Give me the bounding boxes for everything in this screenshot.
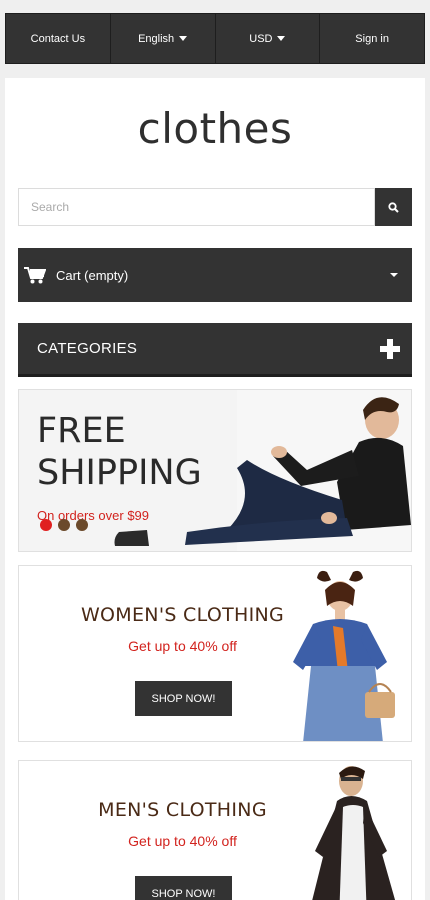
caret-down-icon bbox=[390, 273, 398, 277]
title-line-2: SHIPPING bbox=[37, 453, 202, 493]
cart-icon bbox=[24, 267, 46, 284]
site-logo[interactable]: clothes bbox=[5, 104, 425, 153]
cart-dropdown[interactable]: Cart (empty) bbox=[18, 248, 412, 302]
slider-dot-2[interactable] bbox=[58, 519, 70, 531]
currency-selector[interactable]: USD bbox=[216, 14, 321, 63]
contact-us-label: Contact Us bbox=[30, 32, 86, 45]
search-bar bbox=[18, 188, 412, 226]
plus-icon bbox=[380, 339, 400, 359]
slider-dot-3[interactable] bbox=[76, 519, 88, 531]
cart-label: Cart (empty) bbox=[56, 267, 129, 283]
language-selector[interactable]: English bbox=[111, 14, 216, 63]
caret-down-icon bbox=[179, 36, 188, 41]
sign-in-label: Sign in bbox=[355, 32, 389, 45]
title-line-1: FREE bbox=[37, 411, 126, 451]
free-shipping-banner[interactable]: FREE SHIPPING On orders over $99 bbox=[18, 389, 412, 552]
contact-us-link[interactable]: Contact Us bbox=[6, 14, 111, 63]
categories-label: CATEGORIES bbox=[37, 340, 138, 357]
promo-title: WOMEN'S CLOTHING bbox=[80, 604, 285, 626]
shop-now-button[interactable]: SHOP NOW! bbox=[135, 876, 232, 900]
main-panel: clothes Cart (empty) CATEGORIES FREE bbox=[5, 78, 425, 900]
promo-subtitle: Get up to 40% off bbox=[128, 833, 237, 849]
promo-subtitle: Get up to 40% off bbox=[128, 638, 237, 654]
slider-dot-1[interactable] bbox=[40, 519, 52, 531]
categories-toggle[interactable]: CATEGORIES bbox=[18, 323, 412, 377]
search-icon bbox=[388, 201, 399, 213]
mens-clothing-promo[interactable]: MEN'S CLOTHING Get up to 40% off SHOP NO… bbox=[18, 760, 412, 900]
man-model-image bbox=[312, 766, 396, 900]
caret-down-icon bbox=[277, 36, 286, 41]
language-label: English bbox=[138, 32, 175, 45]
woman-model-image bbox=[293, 570, 395, 741]
promo-title: MEN'S CLOTHING bbox=[98, 799, 267, 821]
top-nav-bar: Contact Us English USD Sign in bbox=[5, 13, 425, 64]
slider-dots bbox=[40, 519, 88, 531]
search-input[interactable] bbox=[18, 188, 375, 226]
search-button[interactable] bbox=[375, 188, 412, 226]
free-shipping-title: FREE SHIPPING bbox=[37, 410, 202, 494]
shop-now-button[interactable]: SHOP NOW! bbox=[135, 681, 232, 716]
currency-label: USD bbox=[249, 32, 273, 45]
sign-in-link[interactable]: Sign in bbox=[320, 14, 424, 63]
womens-clothing-promo[interactable]: WOMEN'S CLOTHING Get up to 40% off SHOP … bbox=[18, 565, 412, 742]
